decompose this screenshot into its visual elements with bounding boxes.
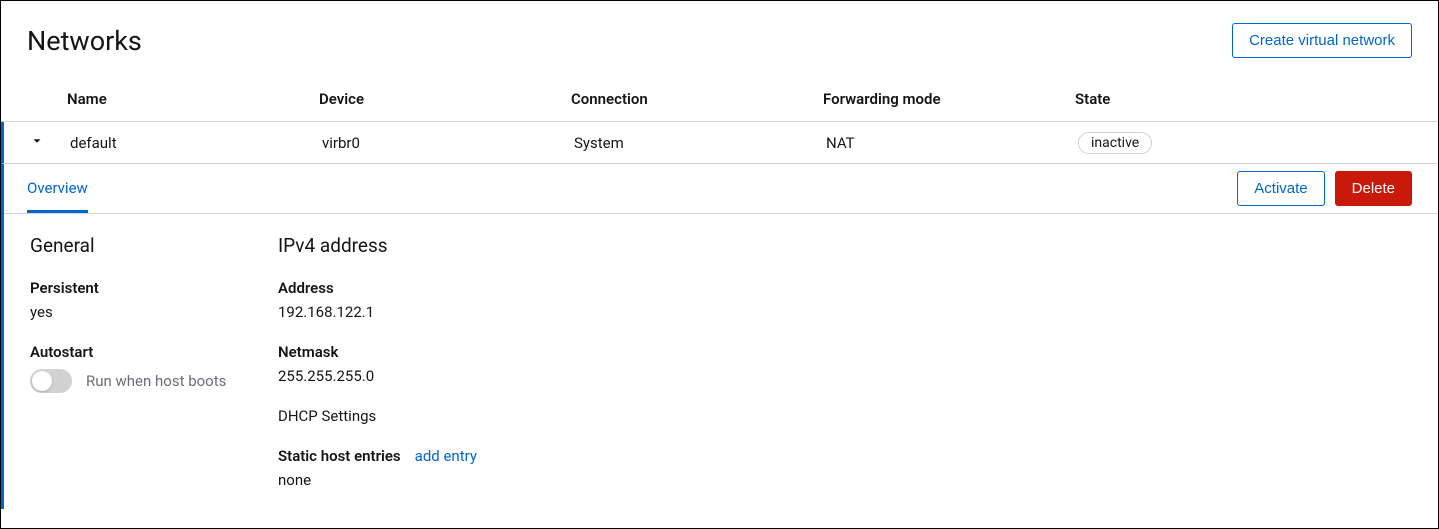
row-connection: System [574, 134, 826, 152]
netmask-value: 255.255.255.0 [278, 367, 1412, 385]
static-host-entries-label: Static host entries [278, 447, 401, 465]
tab-overview[interactable]: Overview [27, 167, 88, 213]
create-virtual-network-button[interactable]: Create virtual network [1232, 23, 1412, 58]
address-label: Address [278, 279, 1412, 297]
dhcp-settings-label: DHCP Settings [278, 407, 1412, 425]
col-name-header: Name [67, 90, 319, 108]
autostart-label: Autostart [30, 343, 248, 361]
page-title: Networks [27, 25, 142, 57]
persistent-value: yes [30, 303, 248, 321]
col-device-header: Device [319, 90, 571, 108]
persistent-label: Persistent [30, 279, 248, 297]
row-forwarding: NAT [826, 134, 1078, 152]
status-badge: inactive [1078, 132, 1152, 154]
table-row[interactable]: default virbr0 System NAT inactive [1, 122, 1438, 164]
add-entry-link[interactable]: add entry [415, 447, 477, 465]
address-value: 192.168.122.1 [278, 303, 1412, 321]
netmask-label: Netmask [278, 343, 1412, 361]
general-section-title: General [30, 234, 248, 257]
chevron-down-icon[interactable] [30, 134, 44, 148]
autostart-desc: Run when host boots [86, 372, 226, 390]
table-header: Name Device Connection Forwarding mode S… [1, 76, 1438, 122]
row-name: default [70, 134, 322, 152]
col-forwarding-header: Forwarding mode [823, 90, 1075, 108]
autostart-toggle[interactable] [30, 369, 72, 393]
activate-button[interactable]: Activate [1237, 171, 1324, 206]
row-device: virbr0 [322, 134, 574, 152]
delete-button[interactable]: Delete [1335, 171, 1412, 206]
ipv4-section-title: IPv4 address [278, 234, 1412, 257]
static-host-entries-value: none [278, 471, 1412, 489]
col-connection-header: Connection [571, 90, 823, 108]
col-state-header: State [1075, 90, 1412, 108]
